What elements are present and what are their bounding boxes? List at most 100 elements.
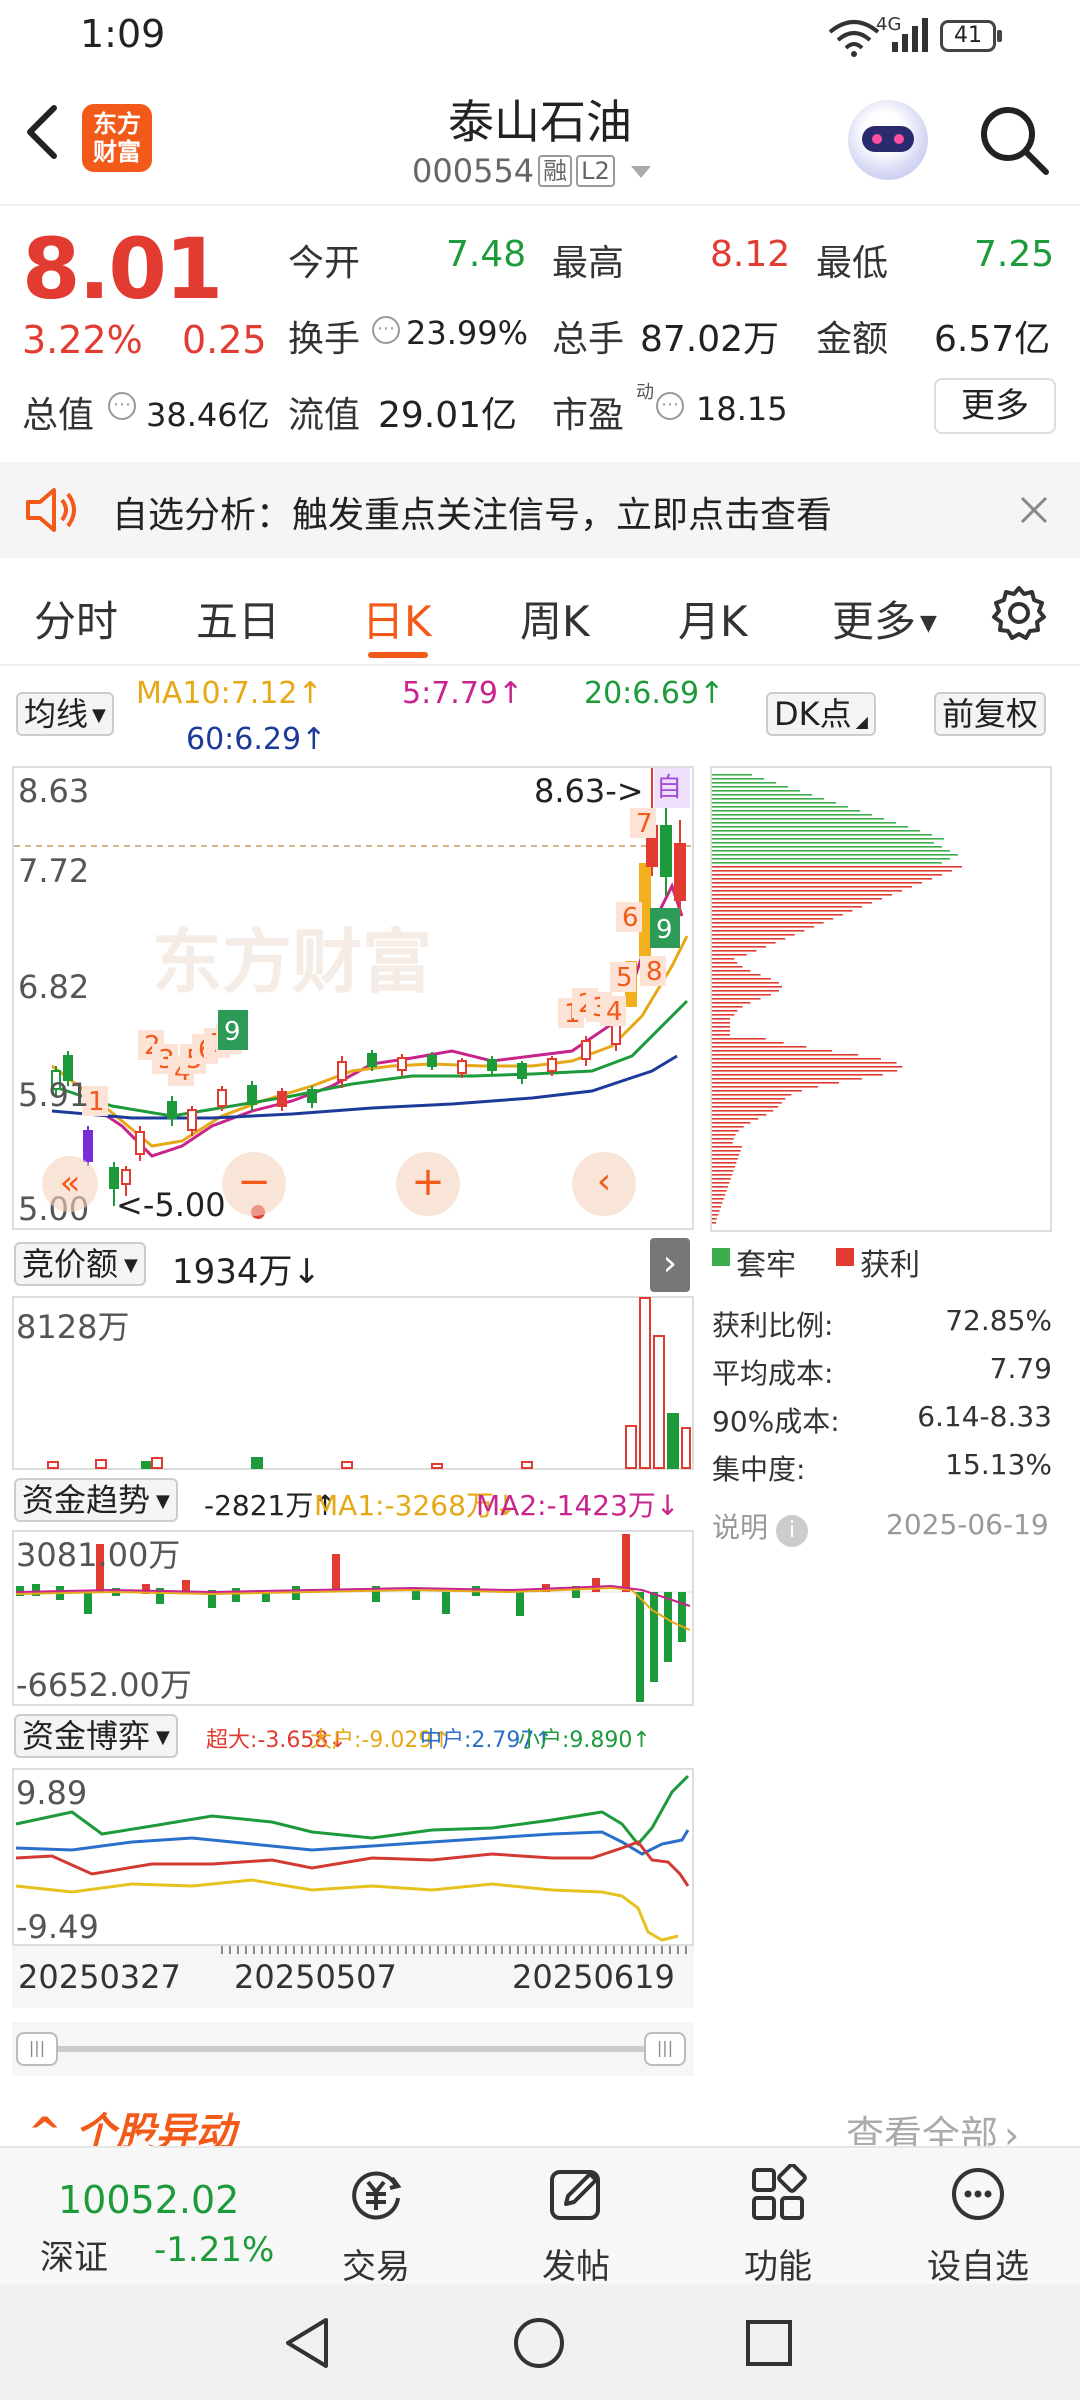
more-quote-button[interactable]: 更多 (934, 378, 1056, 434)
fund-game-top-label: 9.89 (16, 1774, 87, 1812)
expand-arrow-icon[interactable]: › (650, 1238, 690, 1292)
auction-selector[interactable]: 竞价额 ▼ (14, 1242, 146, 1286)
fund-game-small: 小户:9.890↑ (518, 1728, 651, 1753)
chip-bar (712, 950, 757, 952)
chip-bar (712, 1098, 786, 1100)
ma60-value: 60:6.29↑ (186, 722, 327, 757)
price-axis-label: 6.82 (18, 968, 89, 1006)
fund-game-selector[interactable]: 资金博弈 ▼ (14, 1714, 178, 1758)
analysis-banner[interactable]: 自选分析：触发重点关注信号，立即点击查看 (0, 462, 1080, 558)
rewind-button[interactable]: « (42, 1156, 98, 1212)
chip-bar (712, 982, 779, 984)
float-value: 29.01亿 (378, 395, 518, 436)
trade-button[interactable]: 交易 (306, 2164, 446, 2288)
add-watchlist-button[interactable]: 设自选 (908, 2164, 1048, 2288)
seq-marker: 7 (636, 809, 653, 839)
chip-bar (712, 1034, 730, 1036)
chip-bar (712, 838, 944, 840)
active-tab-indicator (368, 652, 428, 658)
adjust-button[interactable]: 前复权 (934, 692, 1047, 736)
robot-assistant-avatar[interactable] (848, 100, 928, 180)
logo-line-1: 东方 (93, 110, 141, 138)
stock-code-row[interactable]: 000554 融 L2 (412, 152, 651, 190)
functions-button[interactable]: 功能 (708, 2163, 848, 2288)
back-arrow-icon[interactable] (18, 102, 68, 162)
chip-bar (712, 894, 892, 896)
range-handle-right[interactable]: ||| (644, 2032, 686, 2066)
eastmoney-logo[interactable]: 东方 财富 (82, 104, 152, 172)
tab-intraday[interactable]: 分时 (34, 588, 118, 649)
close-icon[interactable] (1018, 494, 1050, 526)
note-link[interactable]: 说明 i (712, 1506, 809, 1547)
volume-label: 总手 (552, 319, 625, 360)
tab-more-label: 更多 (832, 597, 917, 646)
tab-daily-k[interactable]: 日K (362, 588, 432, 649)
chip-bar (712, 990, 779, 992)
auction-max-label: 8128万 (16, 1308, 129, 1346)
settings-gear-icon[interactable] (990, 584, 1048, 642)
speaker-icon (26, 488, 76, 532)
zoom-out-button[interactable]: − (222, 1152, 286, 1216)
chip-bar (712, 1138, 734, 1140)
chip-bar (712, 1022, 730, 1024)
auction-value: 1934万↓ (172, 1252, 322, 1292)
info-icon[interactable]: ⋯ (656, 392, 684, 420)
dk-point-button[interactable]: DK点 ◢ (766, 692, 876, 736)
tab-monthly-k[interactable]: 月K (678, 588, 748, 649)
date-axis: 20250327 20250507 20250619 (12, 1946, 694, 2008)
range-handle-left[interactable]: ||| (16, 2032, 58, 2066)
chip-bar (712, 1146, 742, 1148)
trapped-legend-label: 套牢 (736, 1248, 796, 1283)
banner-text[interactable]: 自选分析：触发重点关注信号，立即点击查看 (112, 486, 832, 538)
concentration-value: 15.13% (945, 1448, 1052, 1481)
chip-bar (712, 1050, 833, 1052)
nav-recents-icon[interactable] (744, 2318, 794, 2368)
chip-bar (712, 778, 764, 780)
scroll-left-button[interactable]: ‹ (572, 1152, 636, 1216)
stock-header: 东方 财富 泰山石油 000554 融 L2 (0, 72, 1080, 206)
index-change[interactable]: -1.21% (154, 2230, 274, 2270)
chip-bar (712, 1002, 751, 1004)
mktcap-value: 38.46亿 (146, 396, 270, 434)
self-select-tag: 自 (656, 773, 682, 803)
chip-bar (712, 1114, 767, 1116)
chip-bar (712, 1062, 897, 1064)
chip-bar (712, 790, 800, 792)
chip-bar (712, 1038, 766, 1040)
info-icon[interactable]: ⋯ (108, 392, 136, 420)
zoom-in-button[interactable]: + (396, 1152, 460, 1216)
tab-weekly-k[interactable]: 周K (520, 588, 590, 649)
index-name[interactable]: 深证 (40, 2230, 108, 2279)
fund-trend-selector[interactable]: 资金趋势 ▼ (14, 1478, 178, 1522)
chip-bar (712, 1046, 807, 1048)
current-price: 8.01 (22, 220, 223, 318)
chip-bar (712, 814, 872, 816)
info-icon[interactable]: ⋯ (372, 316, 400, 344)
tab-five-day[interactable]: 五日 (196, 588, 280, 649)
chip-bar (712, 954, 747, 956)
caret-down-icon: ▼ (124, 1255, 138, 1276)
chip-bar (712, 1214, 719, 1216)
chip-bar (712, 878, 932, 880)
nav-home-icon[interactable] (512, 2316, 566, 2370)
chip-bar (712, 1194, 726, 1196)
chip-bar (712, 1186, 728, 1188)
ma-selector[interactable]: 均线 ▼ (16, 692, 114, 736)
add-watchlist-label: 设自选 (927, 2247, 1029, 2287)
profit-date: 2025-06-19 (886, 1508, 1049, 1541)
tab-more[interactable]: 更多 ▼ (832, 588, 937, 649)
chip-bar (712, 866, 962, 868)
index-value[interactable]: 10052.02 (58, 2178, 239, 2222)
chip-bar (712, 806, 848, 808)
nav-back-icon[interactable] (282, 2316, 332, 2370)
range-slider[interactable]: ||| ||| (12, 2022, 694, 2076)
logo-line-2: 财富 (93, 138, 141, 166)
chip-bar (712, 902, 872, 904)
chip-bar (712, 882, 922, 884)
level2-tag: L2 (576, 155, 615, 187)
margin-tag: 融 (538, 155, 573, 187)
stock-name[interactable]: 泰山石油 (340, 86, 740, 152)
search-icon[interactable] (976, 102, 1052, 178)
dk-point-label: DK点 (774, 695, 852, 733)
post-button[interactable]: 发帖 (506, 2164, 646, 2288)
